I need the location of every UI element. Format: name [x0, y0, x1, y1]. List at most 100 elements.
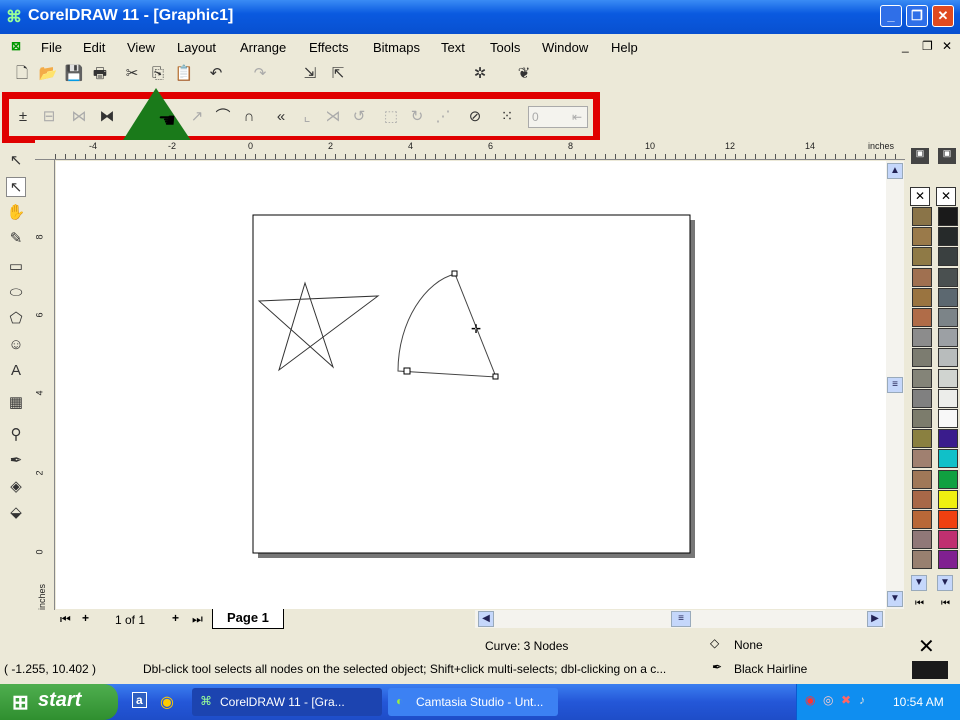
color-swatch[interactable] — [938, 449, 958, 469]
redo-icon[interactable]: ↷ — [250, 64, 270, 84]
task-coreldraw[interactable]: ⌘ CorelDRAW 11 - [Gra... — [192, 688, 382, 716]
first-page-button[interactable]: ⏮ — [60, 612, 71, 627]
text-tool-icon[interactable]: A — [6, 361, 26, 381]
freehand-tool-icon[interactable]: ✎ — [6, 229, 26, 249]
minimize-button[interactable]: _ — [880, 5, 902, 27]
corel-online-icon[interactable]: ❦ — [514, 64, 534, 84]
pick-tool-icon[interactable]: ↖ — [6, 151, 26, 171]
color-swatch[interactable] — [938, 348, 958, 368]
color-swatch[interactable] — [938, 409, 958, 428]
color-swatch[interactable] — [938, 429, 958, 449]
color-swatch[interactable] — [938, 388, 958, 408]
export-icon[interactable]: ⇱ — [328, 64, 348, 84]
doc-close-button[interactable]: ✕ — [942, 39, 952, 53]
doc-minimize-button[interactable]: _ — [902, 39, 909, 53]
menu-arrange[interactable]: Arrange — [240, 40, 286, 55]
scroll-right-button[interactable]: ▶ — [867, 611, 883, 627]
color-swatch[interactable] — [938, 308, 958, 327]
color-swatch[interactable] — [938, 489, 958, 509]
doc-restore-button[interactable]: ❐ — [922, 39, 933, 53]
palette-menu-icon[interactable]: ▣ — [938, 148, 956, 164]
menu-effects[interactable]: Effects — [309, 40, 349, 55]
color-swatch[interactable] — [938, 247, 958, 267]
horizontal-scrollbar[interactable]: ◀ ≡ ▶ — [475, 610, 885, 628]
menu-bitmaps[interactable]: Bitmaps — [373, 40, 420, 55]
hand-tool-icon[interactable]: ✋ — [6, 203, 26, 223]
rectangle-tool-icon[interactable]: ▭ — [6, 257, 26, 277]
vertical-scroll-thumb[interactable]: ≡ — [887, 377, 903, 393]
color-swatch[interactable] — [912, 227, 932, 247]
no-color-swatch[interactable]: ✕ — [910, 187, 930, 206]
horizontal-scroll-thumb[interactable]: ≡ — [671, 611, 691, 627]
outline-swatch[interactable] — [912, 661, 948, 679]
palette-first-icon[interactable]: ⏮ — [915, 598, 924, 609]
menu-edit[interactable]: Edit — [83, 40, 105, 55]
close-button[interactable]: ✕ — [932, 5, 954, 27]
palette-scroll-down[interactable]: ▼ — [911, 575, 927, 591]
undo-icon[interactable]: ↶ — [206, 64, 226, 84]
color-swatch[interactable] — [912, 388, 932, 408]
start-button[interactable]: ⊞ start — [0, 684, 118, 720]
color-swatch[interactable] — [912, 247, 932, 267]
color-swatch[interactable] — [912, 328, 932, 348]
menu-text[interactable]: Text — [441, 40, 465, 55]
eyedropper-icon[interactable]: ⚲ — [6, 425, 26, 445]
color-swatch[interactable] — [938, 550, 958, 570]
page-tab[interactable]: Page 1 — [212, 609, 284, 629]
interactive-blend-icon[interactable]: ▦ — [6, 393, 26, 413]
menu-view[interactable]: View — [127, 40, 155, 55]
no-color-swatch[interactable]: ✕ — [936, 187, 956, 206]
scroll-up-button[interactable]: ▲ — [887, 163, 903, 179]
drawing-canvas[interactable]: ✛ — [56, 161, 886, 609]
color-swatch[interactable] — [912, 287, 932, 307]
tray-icon[interactable]: ♪ — [859, 693, 865, 707]
color-swatch[interactable] — [938, 469, 958, 489]
save-icon[interactable]: 💾 — [64, 64, 84, 84]
palette-first-icon[interactable]: ⏮ — [941, 598, 950, 609]
palette-scroll-down[interactable]: ▼ — [937, 575, 953, 591]
color-swatch[interactable] — [912, 368, 932, 388]
task-camtasia[interactable]: ◐ Camtasia Studio - Unt... — [388, 688, 558, 716]
color-swatch[interactable] — [912, 530, 932, 550]
color-swatch[interactable] — [912, 348, 932, 368]
color-swatch[interactable] — [912, 489, 932, 509]
menu-window[interactable]: Window — [542, 40, 588, 55]
menu-file[interactable]: File — [41, 40, 62, 55]
new-icon[interactable]: 🗋 — [12, 64, 32, 84]
vertical-scrollbar[interactable]: ▲ ≡ ▼ — [886, 161, 904, 609]
print-icon[interactable]: 🖶 — [90, 64, 110, 84]
quicklaunch-icon[interactable]: ◉ — [160, 692, 174, 712]
scroll-left-button[interactable]: ◀ — [478, 611, 494, 627]
color-swatch[interactable] — [938, 267, 958, 287]
basic-shapes-icon[interactable]: ☺ — [6, 335, 26, 355]
cut-icon[interactable]: ✂ — [122, 64, 142, 84]
open-icon[interactable]: 📂 — [38, 64, 58, 84]
paste-icon[interactable]: 📋 — [174, 64, 194, 84]
color-swatch[interactable] — [912, 429, 932, 449]
fill-swatch-none[interactable]: ✕ — [918, 634, 935, 659]
palette-menu-icon[interactable]: ▣ — [911, 148, 929, 164]
color-swatch[interactable] — [938, 227, 958, 247]
last-page-button[interactable]: ⏭ — [192, 612, 203, 627]
application-launcher-icon[interactable]: ✲ — [470, 64, 490, 84]
polygon-tool-icon[interactable]: ⬠ — [6, 309, 26, 329]
fill-tool-icon[interactable]: ◈ — [6, 477, 26, 497]
import-icon[interactable]: ⇲ — [300, 64, 320, 84]
color-swatch[interactable] — [938, 530, 958, 550]
color-swatch[interactable] — [912, 550, 932, 570]
color-swatch[interactable] — [912, 510, 932, 529]
ellipse-tool-icon[interactable]: ⬭ — [6, 283, 26, 303]
interactive-fill-icon[interactable]: ⬙ — [6, 503, 26, 523]
add-page-after-button[interactable]: + — [172, 611, 179, 625]
maximize-button[interactable]: ❐ — [906, 5, 928, 27]
copy-icon[interactable]: ⎘ — [148, 64, 168, 84]
color-swatch[interactable] — [938, 328, 958, 348]
shape-tool-icon[interactable]: ↖ — [6, 177, 26, 197]
outline-tool-icon[interactable]: ✒ — [6, 451, 26, 471]
menu-layout[interactable]: Layout — [177, 40, 216, 55]
menu-help[interactable]: Help — [611, 40, 638, 55]
color-swatch[interactable] — [912, 308, 932, 327]
tray-icon[interactable]: ✖ — [841, 693, 851, 707]
tray-icon[interactable]: ◎ — [823, 693, 833, 707]
color-swatch[interactable] — [938, 368, 958, 388]
